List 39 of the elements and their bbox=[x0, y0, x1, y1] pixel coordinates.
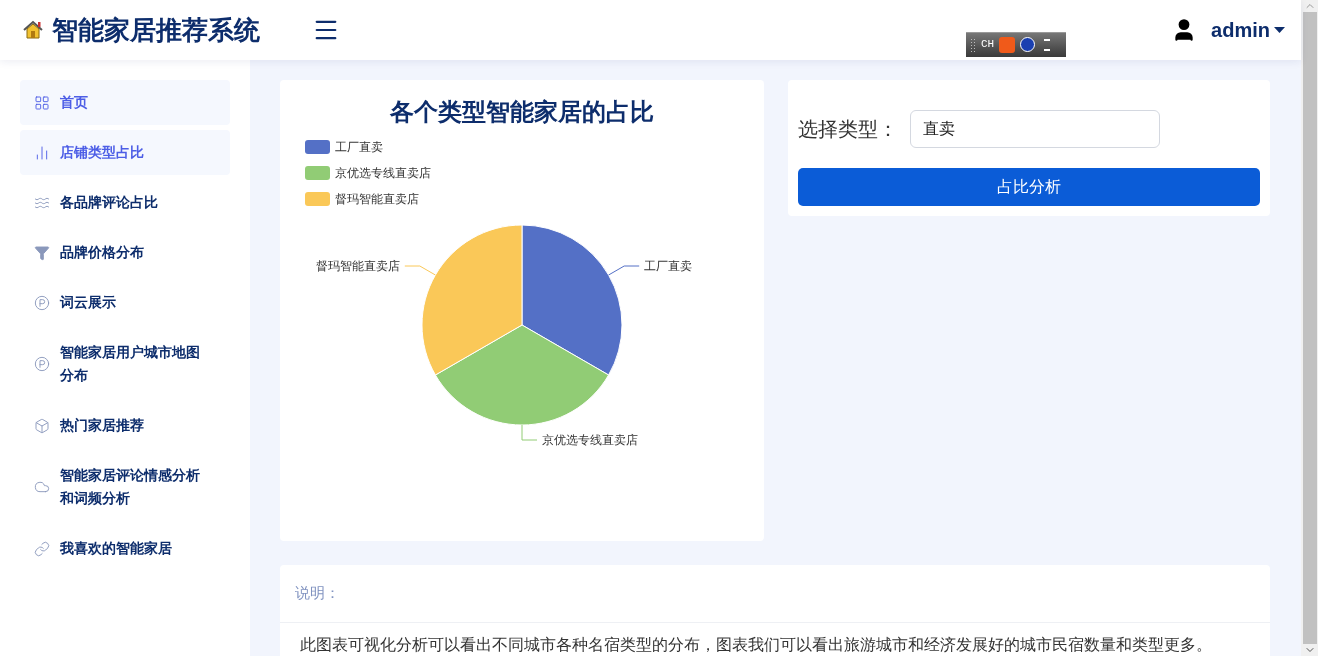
house-icon bbox=[22, 19, 44, 41]
note-heading: 说明： bbox=[280, 565, 1270, 623]
type-input-field[interactable]: 直卖 bbox=[910, 110, 1160, 148]
sidebar-item[interactable]: 智能家居用户城市地图分布 bbox=[20, 330, 230, 398]
bar-chart-icon bbox=[34, 144, 50, 161]
slice-label: 京优选专线直卖店 bbox=[542, 433, 638, 447]
filter-icon bbox=[34, 244, 50, 261]
app-title: 智能家居推荐系统 bbox=[52, 13, 260, 47]
sidebar-item[interactable]: 各品牌评论占比 bbox=[20, 180, 230, 225]
legend-label[interactable]: 工厂直卖 bbox=[335, 138, 383, 156]
user-menu-button[interactable]: admin bbox=[1211, 15, 1285, 45]
sidebar-item[interactable]: 品牌价格分布 bbox=[20, 230, 230, 275]
leader-line bbox=[404, 265, 436, 276]
cube-icon bbox=[34, 417, 50, 434]
legend-label[interactable]: 京优选专线直卖店 bbox=[335, 164, 431, 182]
sidebar-item[interactable]: 店铺类型占比 bbox=[20, 130, 230, 175]
grid-icon bbox=[34, 94, 50, 111]
parking-icon bbox=[34, 294, 50, 311]
type-label: 选择类型： bbox=[798, 117, 898, 142]
dropdown-icon bbox=[1044, 38, 1051, 51]
sidebar-item[interactable]: 首页 bbox=[20, 80, 230, 125]
ime-toolbar[interactable]: CH bbox=[966, 31, 1066, 57]
cloud-icon bbox=[34, 479, 50, 495]
slice-label: 工厂直卖 bbox=[644, 259, 693, 273]
ime-language-label: CH bbox=[981, 37, 995, 53]
sidebar-item[interactable]: 我喜欢的智能家居 bbox=[20, 526, 230, 571]
slice-label: 督玛智能直卖店 bbox=[315, 259, 400, 273]
analyze-button[interactable]: 占比分析 bbox=[798, 168, 1260, 206]
sidebar-item[interactable]: 热门家居推荐 bbox=[20, 403, 230, 448]
link-icon bbox=[34, 540, 50, 557]
legend-label[interactable]: 督玛智能直卖店 bbox=[335, 190, 419, 208]
parking-icon bbox=[34, 356, 50, 372]
leader-line bbox=[521, 424, 538, 441]
sidebar-item[interactable]: 词云展示 bbox=[20, 280, 230, 325]
sidebar-item[interactable]: 智能家居评论情感分析和词频分析 bbox=[20, 453, 230, 521]
note-text: 此图表可视化分析可以看出不同城市各种名宿类型的分布，图表我们可以看出旅游城市和经济发展好的城市民宿数量和类型更多。 bbox=[299, 634, 1213, 655]
caret-icon bbox=[1274, 27, 1285, 33]
chart-title: 各个类型智能家居的占比 bbox=[389, 97, 655, 127]
leader-line bbox=[608, 265, 640, 276]
